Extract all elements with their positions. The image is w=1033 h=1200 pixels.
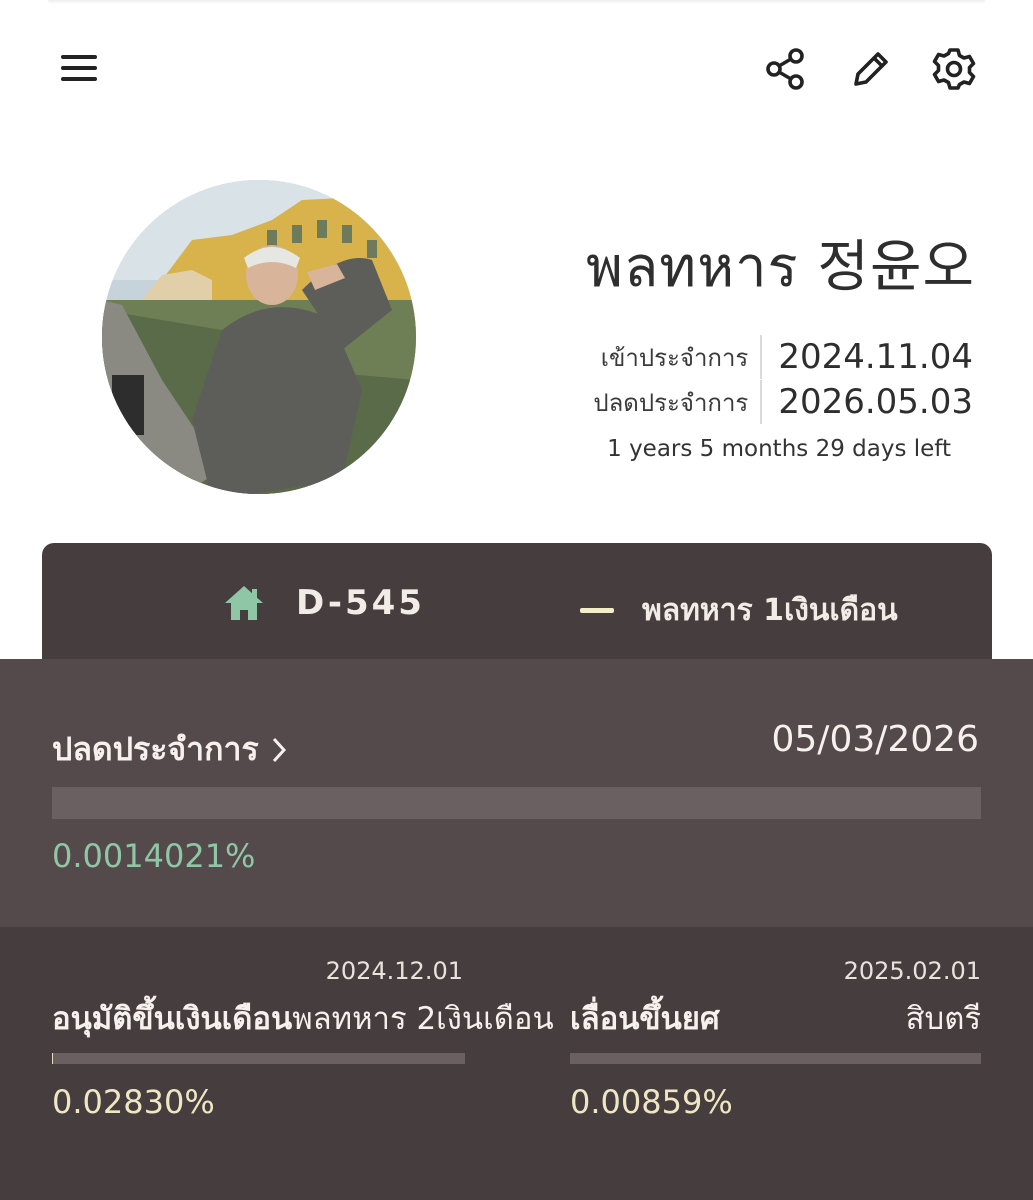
milestones-card: 2024.12.01 อนุมัติขึ้นเงินเดือนพลทหาร 2เ… <box>0 927 1033 1200</box>
gear-icon[interactable] <box>926 41 982 97</box>
enlist-row: เข้าประจำการ 2024.11.04 <box>601 335 973 379</box>
rank-dash-icon <box>580 608 614 613</box>
promotion-date: 2025.02.01 <box>843 957 981 985</box>
gear-glyph <box>932 48 976 90</box>
enlist-date: 2024.11.04 <box>778 337 973 377</box>
discharge-progress-date: 05/03/2026 <box>771 719 980 760</box>
share-icon[interactable] <box>757 41 813 97</box>
home-icon <box>225 586 263 620</box>
top-shadow <box>48 0 985 4</box>
remaining-time: 1 years 5 months 29 days left <box>607 436 951 462</box>
discharge-row: ปลดประจำการ 2026.05.03 <box>593 380 973 424</box>
profile-name: พลทหาร 정윤오 <box>586 235 975 300</box>
avatar <box>102 180 416 494</box>
dday-label: D-545 <box>296 583 425 623</box>
tab-rank[interactable]: พลทหาร 1เงินเดือน <box>580 587 898 634</box>
salary-progress-bar <box>52 1053 465 1064</box>
promotion-progress-bar <box>570 1053 981 1064</box>
discharge-percent: 0.0014021% <box>52 837 256 875</box>
pencil-icon[interactable] <box>843 41 899 97</box>
salary-date: 2024.12.01 <box>325 957 463 985</box>
salary-title: อนุมัติขึ้นเงินเดือนพลทหาร 2เงินเดือน <box>52 993 554 1043</box>
discharge-label: ปลดประจำการ <box>593 380 763 424</box>
salary-title-rest: พลทหาร 2เงินเดือน <box>292 1001 554 1037</box>
discharge-progress-bar <box>52 787 981 819</box>
pencil-glyph <box>854 52 888 86</box>
hamburger-menu-icon[interactable] <box>51 40 107 96</box>
summary-tabs: D-545 พลทหาร 1เงินเดือน <box>42 543 992 661</box>
promotion-title: เลื่อนขึ้นยศ <box>570 1001 720 1037</box>
enlist-label: เข้าประจำการ <box>601 335 763 379</box>
promotion-percent: 0.00859% <box>570 1083 733 1121</box>
salary-percent: 0.02830% <box>52 1083 215 1121</box>
discharge-date: 2026.05.03 <box>778 382 973 422</box>
chevron-right-icon <box>272 737 286 762</box>
discharge-progress-card: ปลดประจำการ 05/03/2026 0.0014021% <box>0 659 1033 929</box>
salary-title-bold: อนุมัติขึ้นเงินเดือน <box>52 1001 293 1037</box>
discharge-link[interactable]: ปลดประจำการ <box>52 724 289 775</box>
discharge-progress-label: ปลดประจำการ <box>52 730 259 768</box>
tab-dday[interactable]: D-545 <box>222 583 425 623</box>
hamburger-menu-glyph <box>61 55 97 81</box>
promotion-rank-text: สิบตรี <box>905 1001 981 1037</box>
share-glyph <box>766 48 804 90</box>
rank-label: พลทหาร 1เงินเดือน <box>642 593 898 628</box>
promotion-rank: สิบตรี <box>906 993 981 1043</box>
avatar-photo <box>102 180 416 494</box>
